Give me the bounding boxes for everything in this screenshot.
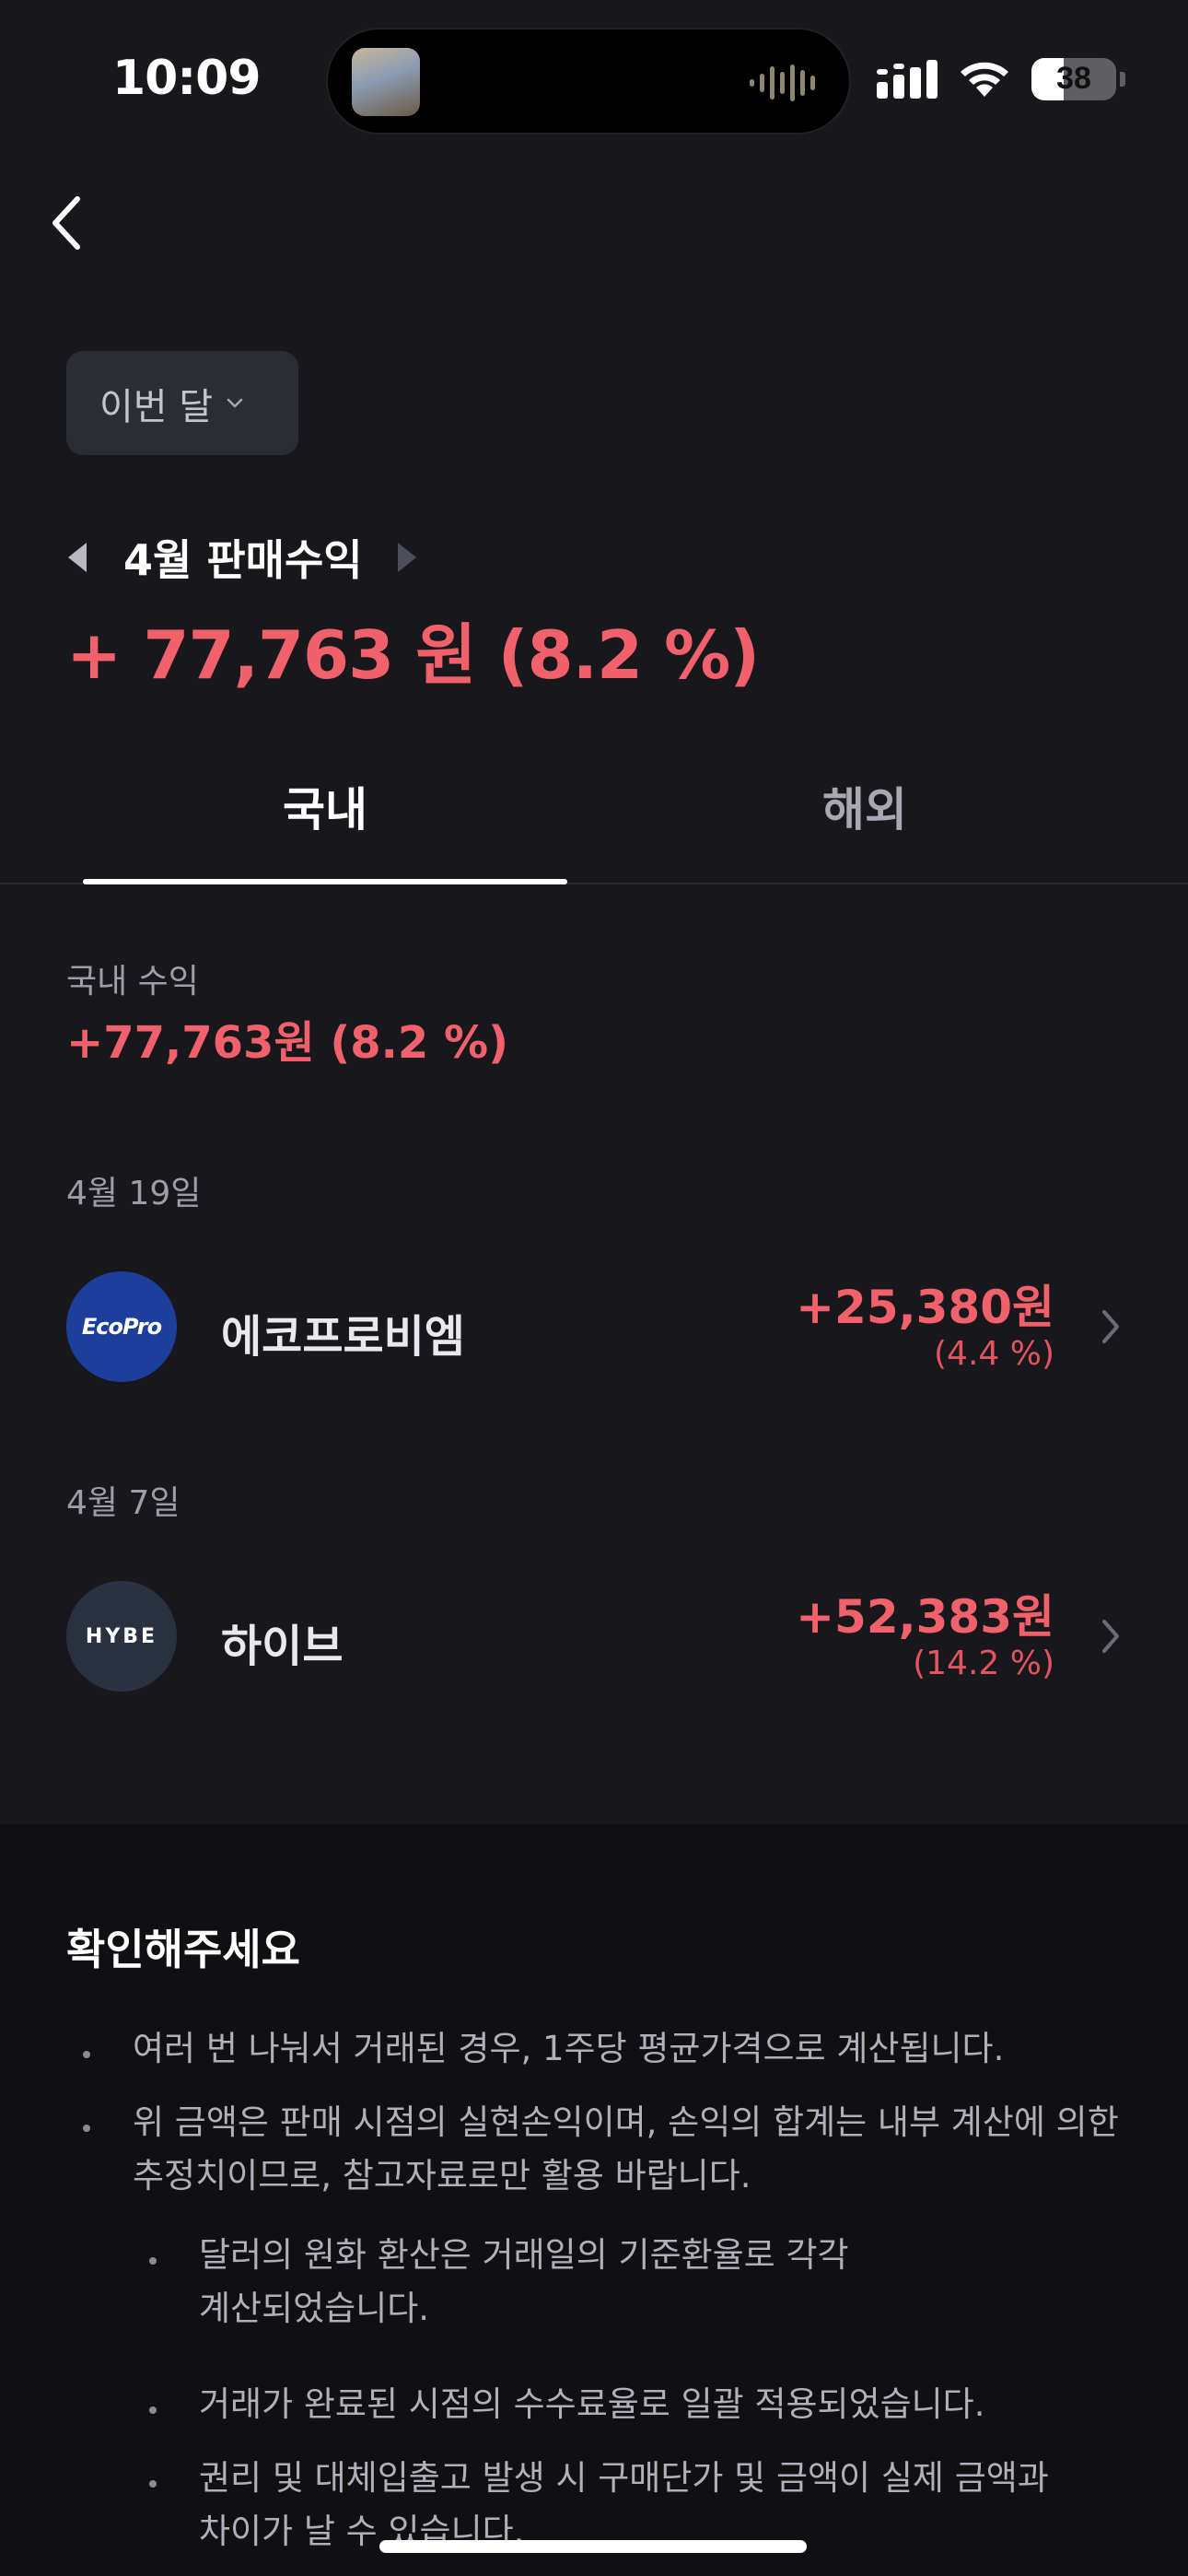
home-indicator[interactable] — [379, 2540, 807, 2553]
notice-sub-item: 거래가 완료된 시점의 수수료율로 일괄 적용되었습니다. — [199, 2384, 985, 2424]
wifi-icon — [961, 62, 1008, 97]
notice-item: 여러 번 나눠서 거래된 경우, 1주당 평균가격으로 계산됩니다. — [133, 2029, 1005, 2068]
month-navigator: 4월 판매수익 — [66, 525, 418, 590]
back-chevron-icon[interactable] — [44, 190, 88, 256]
previous-month-icon[interactable] — [66, 541, 88, 574]
status-icons: 38 — [877, 57, 1125, 101]
notice-sub-item: 계산되었습니다. — [199, 2289, 430, 2328]
stock-name: 하이브 — [221, 1621, 344, 1672]
tab-selected-indicator — [83, 879, 567, 884]
notice-title: 확인해주세요 — [66, 1925, 300, 1974]
dynamic-island[interactable] — [326, 28, 851, 135]
now-playing-artwork — [352, 48, 420, 116]
chevron-right-icon — [1102, 1310, 1119, 1343]
notice-sub-item: 달러의 원화 환산은 거래일의 기준환율로 각각 — [199, 2235, 849, 2275]
trade-row-hybe[interactable]: HYBE 하이브 +52,383원 (14.2 %) — [0, 1576, 1188, 1696]
notice-item: 추정치이므로, 참고자료로만 활용 바랍니다. — [133, 2156, 751, 2195]
notice-sub-item: 권리 및 대체입출고 발생 시 구매단가 및 금액이 실제 금액과 — [199, 2458, 1049, 2498]
next-month-icon[interactable] — [396, 541, 418, 574]
stock-name: 에코프로비엠 — [221, 1311, 465, 1363]
bullet — [83, 2051, 90, 2058]
bullet — [83, 2125, 90, 2132]
notice-section: 확인해주세요 여러 번 나눠서 거래된 경우, 1주당 평균가격으로 계산됩니다… — [0, 1824, 1188, 2576]
battery-level: 38 — [1056, 61, 1091, 96]
trade-profit-amount: +52,383원 — [796, 1590, 1054, 1644]
bullet — [149, 2406, 157, 2414]
cellular-signal-icon — [877, 60, 938, 99]
period-dropdown[interactable]: 이번 달 — [66, 351, 298, 455]
trade-row-ecopro-bm[interactable]: EcoPro 에코프로비엠 +25,380원 (4.4 %) — [0, 1267, 1188, 1387]
market-tabs: 국내 해외 — [0, 728, 1188, 884]
status-bar: 10:09 38 — [0, 0, 1188, 157]
chevron-right-icon — [1102, 1620, 1119, 1653]
battery-icon: 38 — [1031, 58, 1116, 100]
notice-item: 위 금액은 판매 시점의 실현손익이며, 손익의 합계는 내부 계산에 의한 — [133, 2102, 1119, 2142]
bullet — [149, 2480, 157, 2488]
tab-overseas[interactable]: 해외 — [623, 728, 1107, 884]
ecopro-logo-text: EcoPro — [81, 1314, 162, 1340]
hybe-logo: HYBE — [66, 1581, 177, 1692]
trade-profit-percent: (4.4 %) — [934, 1335, 1054, 1373]
chevron-down-icon — [227, 398, 243, 407]
month-title: 4월 판매수익 — [123, 535, 363, 585]
summary-value: +77,763원 (8.2 %) — [66, 1017, 509, 1069]
ecopro-logo: EcoPro — [66, 1271, 177, 1382]
period-dropdown-label: 이번 달 — [99, 385, 214, 428]
bullet — [149, 2257, 157, 2265]
battery-cap — [1120, 72, 1125, 87]
trade-date: 4월 7일 — [66, 1484, 181, 1522]
trade-profit-percent: (14.2 %) — [913, 1645, 1054, 1682]
trade-profit-amount: +25,380원 — [796, 1281, 1054, 1334]
tab-domestic[interactable]: 국내 — [83, 728, 567, 884]
hybe-logo-text: HYBE — [85, 1624, 158, 1648]
summary-label: 국내 수익 — [66, 963, 199, 1001]
trade-date: 4월 19일 — [66, 1175, 202, 1212]
audio-waveform-icon — [750, 64, 815, 101]
page: 10:09 38 이번 달 4월 판매수익 + 77,763 원 (8.2 %)… — [0, 0, 1188, 2576]
total-profit: + 77,763 원 (8.2 %) — [66, 616, 760, 694]
status-time: 10:09 — [112, 51, 262, 106]
